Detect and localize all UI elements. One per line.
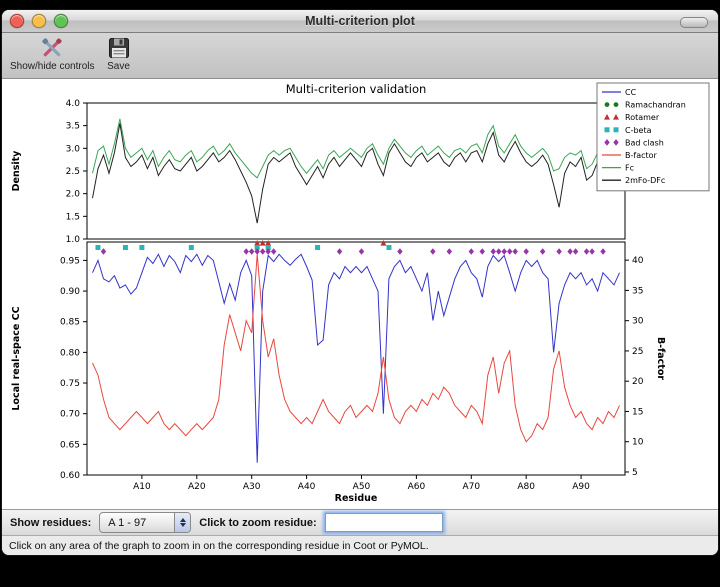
svg-text:0.95: 0.95 [60, 256, 80, 266]
show-hide-controls-label: Show/hide controls [10, 61, 95, 72]
controls-bar: Show residues: A 1 - 97 Click to zoom re… [2, 509, 718, 535]
svg-text:A60: A60 [408, 482, 426, 492]
svg-text:40: 40 [632, 256, 644, 266]
svg-text:A90: A90 [572, 482, 590, 492]
svg-text:Bad clash: Bad clash [625, 138, 664, 147]
save-icon [107, 36, 131, 60]
titlebar[interactable]: Multi-criterion plot [2, 10, 718, 33]
show-hide-controls-button[interactable]: Show/hide controls [10, 36, 95, 72]
svg-text:C-beta: C-beta [625, 126, 652, 135]
svg-text:A70: A70 [462, 482, 480, 492]
zoom-residue-label: Click to zoom residue: [199, 517, 316, 529]
svg-text:A20: A20 [188, 482, 206, 492]
svg-text:A10: A10 [133, 482, 151, 492]
svg-text:Local real-space CC: Local real-space CC [11, 306, 22, 410]
svg-text:Density: Density [11, 150, 22, 192]
svg-text:Rotamer: Rotamer [625, 113, 660, 122]
controls-icon [39, 36, 65, 60]
svg-text:15: 15 [632, 407, 643, 417]
status-bar: Click on any area of the graph to zoom i… [2, 535, 718, 555]
svg-text:A40: A40 [298, 482, 316, 492]
svg-text:0.75: 0.75 [60, 379, 80, 389]
chevron-up-icon [180, 518, 186, 522]
svg-text:35: 35 [632, 286, 643, 296]
plot-canvas[interactable]: Multi-criterion validation 1.0 1.5 2.0 2.5 3.… [2, 79, 718, 509]
svg-text:3.5: 3.5 [66, 122, 80, 132]
svg-text:5: 5 [632, 468, 638, 478]
svg-text:20: 20 [632, 377, 644, 387]
residue-range-select[interactable]: A 1 - 97 [99, 512, 191, 533]
status-text: Click on any area of the graph to zoom i… [9, 540, 429, 552]
svg-text:0.85: 0.85 [60, 318, 80, 328]
svg-text:CC: CC [625, 88, 637, 97]
svg-text:10: 10 [632, 438, 644, 448]
svg-text:A50: A50 [353, 482, 371, 492]
multi-criterion-plot[interactable]: Multi-criterion validation 1.0 1.5 2.0 2.5 3.… [3, 79, 717, 507]
svg-text:B-factor: B-factor [655, 337, 666, 380]
save-label: Save [107, 61, 130, 72]
svg-text:2.0: 2.0 [66, 190, 81, 200]
toolbar: Show/hide controls Save [2, 33, 718, 79]
svg-text:2mFo-DFc: 2mFo-DFc [625, 176, 665, 185]
svg-text:Residue: Residue [335, 493, 378, 504]
window: Multi-criterion plot Show/hide controls [1, 9, 719, 556]
svg-text:0.60: 0.60 [60, 471, 80, 481]
svg-text:1.5: 1.5 [66, 212, 80, 222]
residue-range-value: A 1 - 97 [100, 517, 174, 529]
svg-text:1.0: 1.0 [66, 235, 81, 245]
svg-text:Fc: Fc [625, 164, 634, 173]
window-title: Multi-criterion plot [2, 14, 718, 28]
svg-text:0.80: 0.80 [60, 348, 80, 358]
toolbar-toggle-button[interactable] [680, 17, 708, 28]
save-button[interactable]: Save [107, 36, 131, 72]
svg-text:B-factor: B-factor [625, 151, 658, 160]
svg-text:Ramachandran: Ramachandran [625, 101, 686, 110]
svg-text:2.5: 2.5 [66, 167, 80, 177]
svg-text:0.90: 0.90 [60, 287, 80, 297]
svg-text:3.0: 3.0 [66, 144, 81, 154]
svg-text:A30: A30 [243, 482, 261, 492]
svg-text:0.65: 0.65 [60, 440, 80, 450]
svg-text:A80: A80 [517, 482, 535, 492]
svg-text:Multi-criterion validation: Multi-criterion validation [286, 82, 427, 96]
show-residues-label: Show residues: [10, 517, 91, 529]
svg-text:25: 25 [632, 347, 643, 357]
svg-text:0.70: 0.70 [60, 410, 80, 420]
svg-text:4.0: 4.0 [66, 99, 81, 109]
svg-text:30: 30 [632, 317, 644, 327]
zoom-residue-input[interactable] [325, 513, 443, 532]
chevron-down-icon [180, 523, 186, 527]
combo-stepper[interactable] [174, 513, 190, 532]
